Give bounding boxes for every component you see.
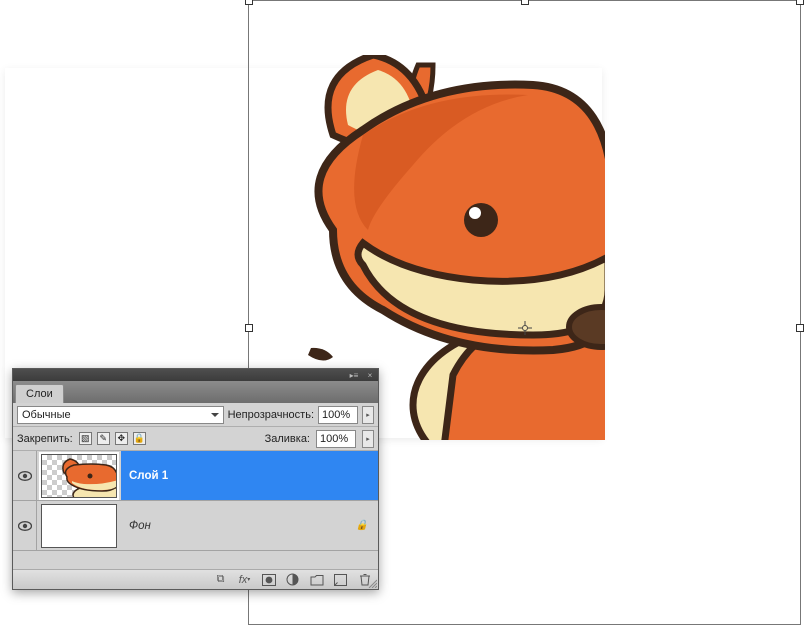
tab-label: Слои xyxy=(26,388,53,400)
panel-resize-grip-icon[interactable] xyxy=(367,578,377,588)
layer-thumbnail[interactable] xyxy=(41,454,117,498)
layer-row-background[interactable]: Фон 🔒 xyxy=(13,501,378,551)
lock-transparency-icon[interactable]: ▧ xyxy=(79,432,92,445)
panel-close-icon[interactable]: × xyxy=(364,371,376,379)
layer-body[interactable]: Фон 🔒 xyxy=(121,501,378,550)
eye-icon xyxy=(18,521,32,531)
lock-buttons: ▧ ✎ ✥ 🔒 xyxy=(79,432,146,445)
blend-mode-select[interactable]: Обычные xyxy=(17,406,224,424)
eye-icon xyxy=(18,471,32,481)
lock-all-icon[interactable]: 🔒 xyxy=(133,432,146,445)
opacity-input[interactable]: 100% xyxy=(318,406,358,424)
layer-thumbnail-wrapper xyxy=(37,451,121,500)
new-layer-icon[interactable] xyxy=(333,573,348,587)
link-layers-icon[interactable]: ⧉ xyxy=(213,573,228,587)
panel-footer: ⧉ fx▾ xyxy=(13,569,378,589)
lock-position-icon[interactable]: ✥ xyxy=(115,432,128,445)
tab-layers[interactable]: Слои xyxy=(15,384,64,403)
panel-menu-icon[interactable]: ▸≡ xyxy=(348,371,360,379)
adjustment-layer-icon[interactable] xyxy=(285,573,300,587)
layer-thumbnail-wrapper xyxy=(37,501,121,550)
fill-spinner-icon[interactable]: ▸ xyxy=(362,430,374,448)
chevron-down-icon xyxy=(211,413,219,417)
layer-visibility-toggle[interactable] xyxy=(13,501,37,550)
layer-name: Слой 1 xyxy=(129,470,168,482)
lock-fill-row: Закрепить: ▧ ✎ ✥ 🔒 Заливка: 100% ▸ xyxy=(13,427,378,451)
layer-thumbnail[interactable] xyxy=(41,504,117,548)
lock-pixels-icon[interactable]: ✎ xyxy=(97,432,110,445)
blend-mode-value: Обычные xyxy=(22,409,71,421)
blend-opacity-row: Обычные Непрозрачность: 100% ▸ xyxy=(13,403,378,427)
lock-icon: 🔒 xyxy=(356,520,368,531)
fill-input[interactable]: 100% xyxy=(316,430,356,448)
fill-value: 100% xyxy=(320,433,348,445)
layer-fx-icon[interactable]: fx▾ xyxy=(237,573,252,587)
layer-row-1[interactable]: Слой 1 xyxy=(13,451,378,501)
fill-label: Заливка: xyxy=(265,433,310,445)
opacity-label: Непрозрачность: xyxy=(228,409,314,421)
opacity-value: 100% xyxy=(322,409,350,421)
layers-panel[interactable]: ▸≡ × Слои Обычные Непрозрачность: 100% ▸… xyxy=(12,368,379,590)
layer-body[interactable]: Слой 1 xyxy=(121,451,378,500)
new-group-icon[interactable] xyxy=(309,573,324,587)
panel-tab-bar: Слои xyxy=(13,381,378,403)
layer-mask-icon[interactable] xyxy=(261,573,276,587)
layer-visibility-toggle[interactable] xyxy=(13,451,37,500)
layer-list: Слой 1 Фон 🔒 xyxy=(13,451,378,551)
panel-titlebar[interactable]: ▸≡ × xyxy=(13,369,378,381)
layer-list-empty xyxy=(13,551,378,569)
lock-label: Закрепить: xyxy=(17,433,73,445)
layer-name: Фон xyxy=(129,520,151,532)
opacity-spinner-icon[interactable]: ▸ xyxy=(362,406,374,424)
